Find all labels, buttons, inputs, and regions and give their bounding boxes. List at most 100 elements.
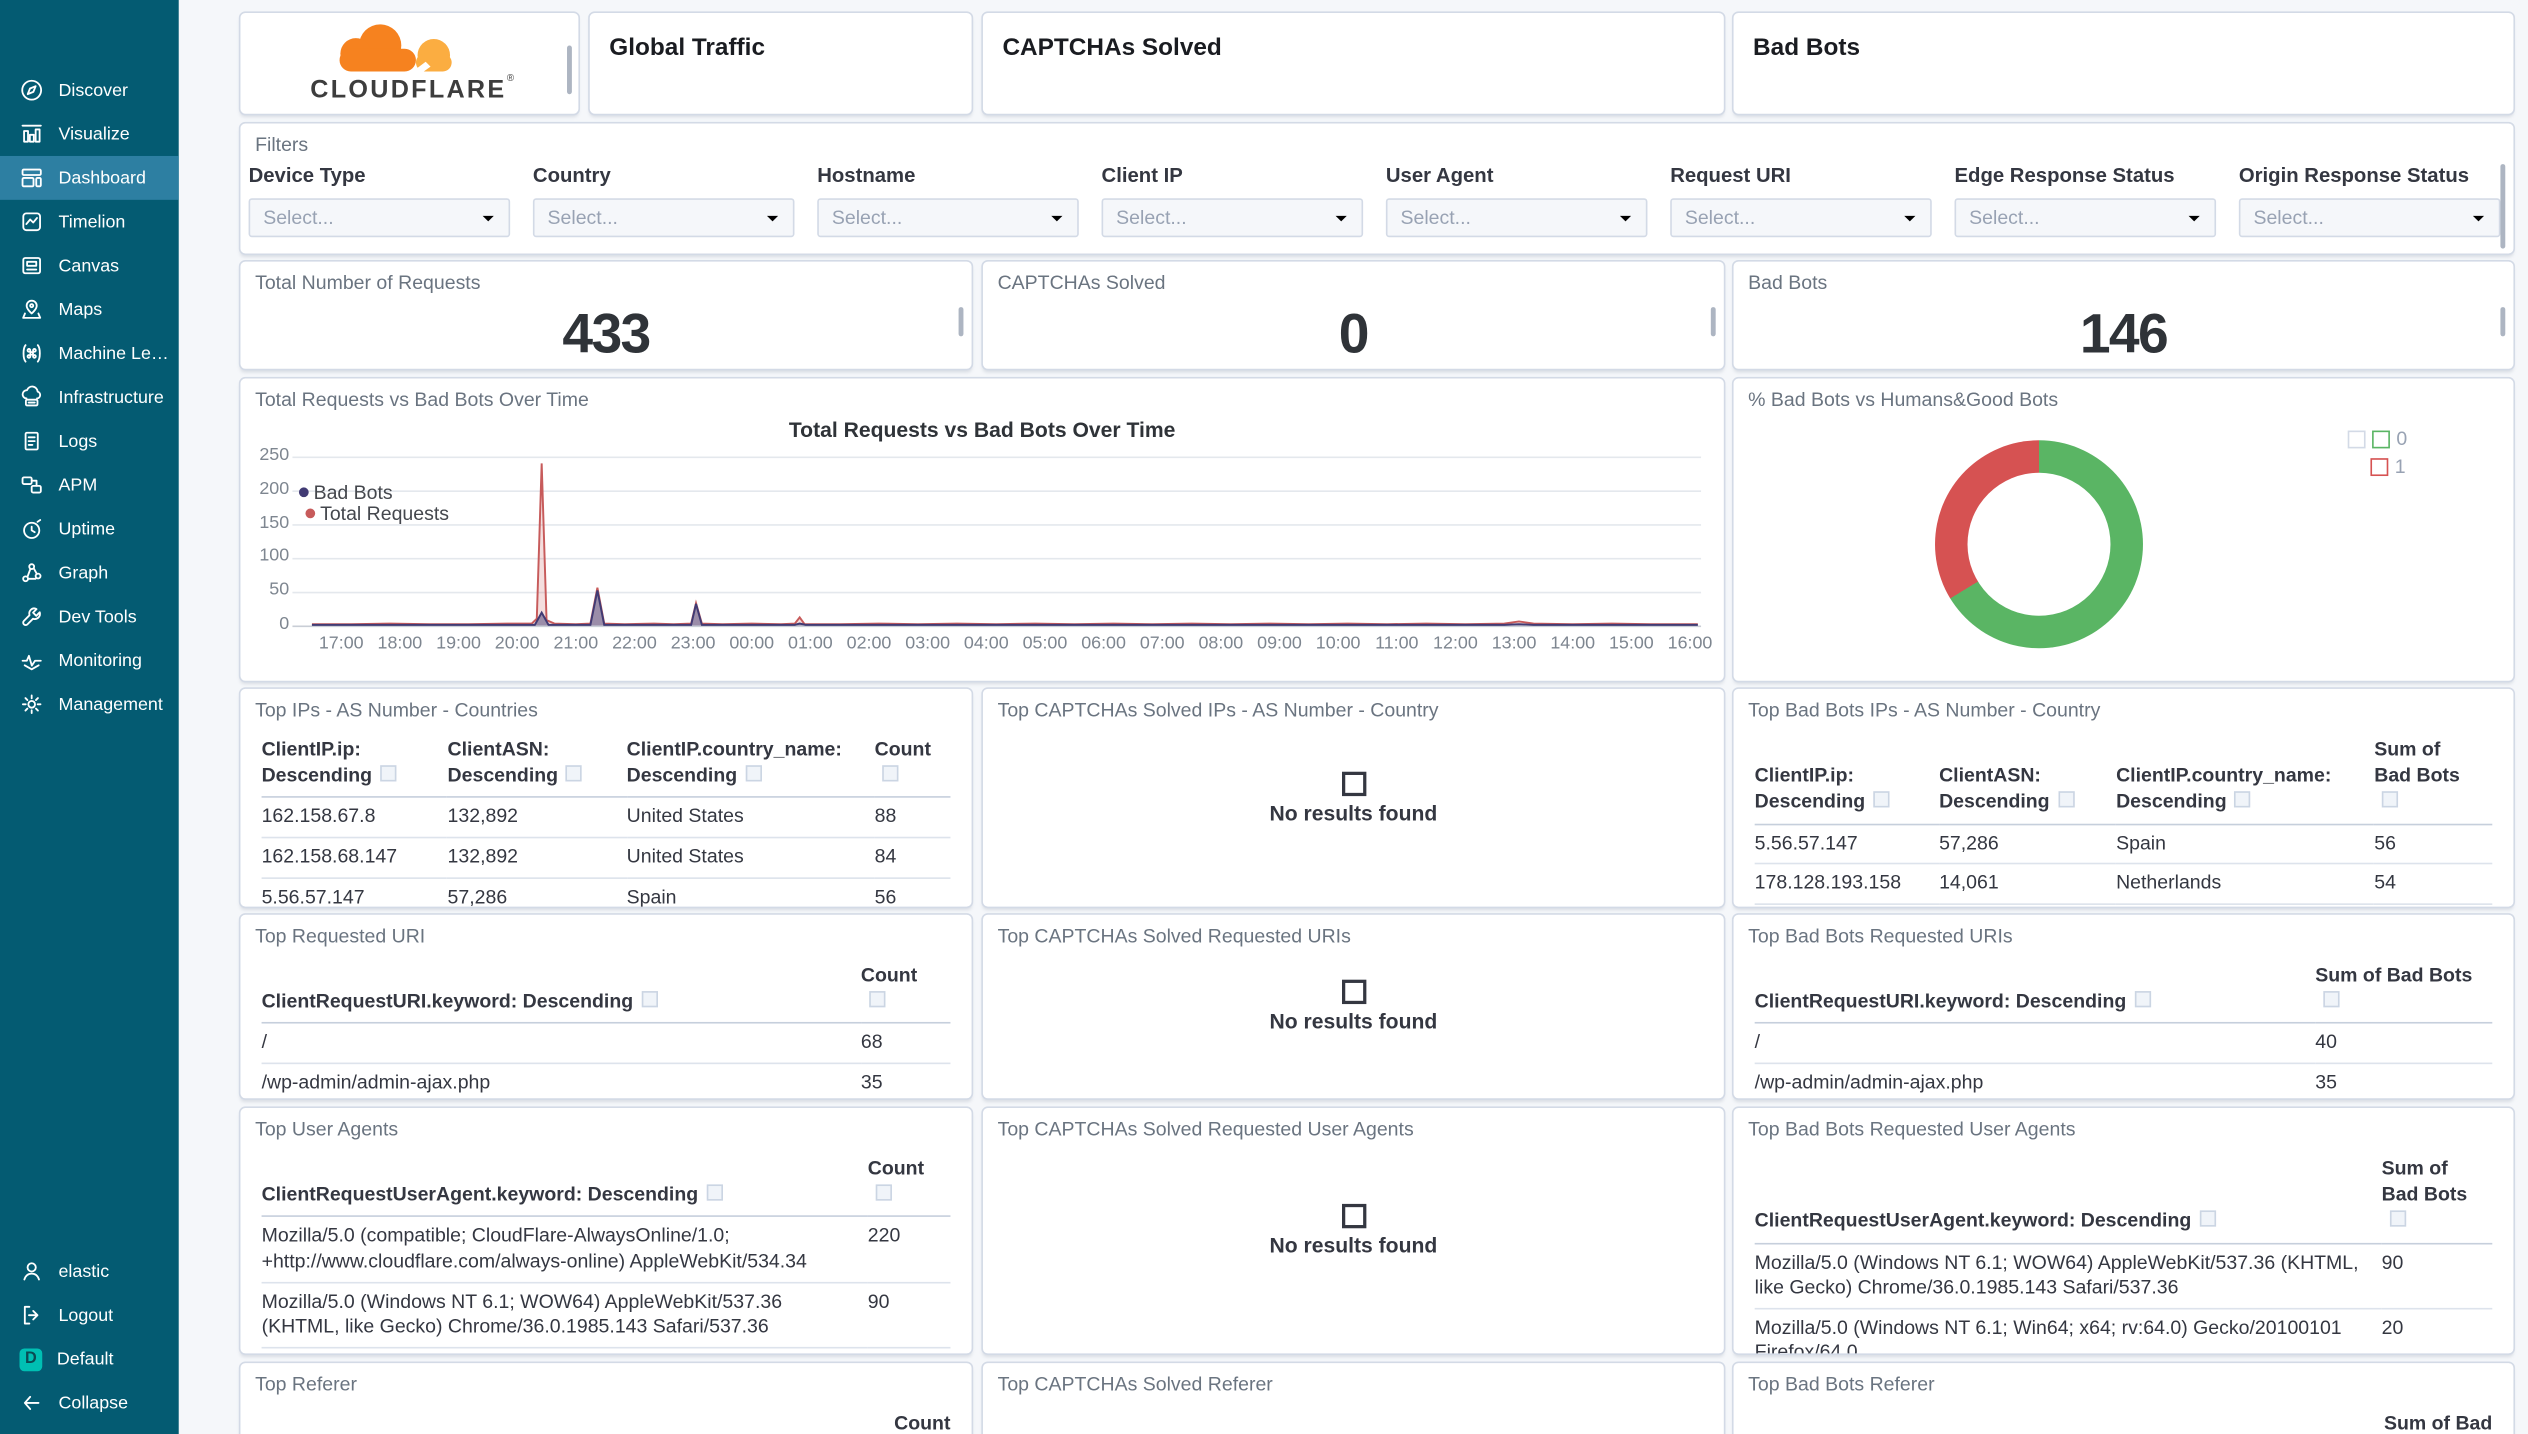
column-header[interactable]: Count [874,732,951,799]
chevron-down-icon [765,203,780,232]
pie-legend-row-1[interactable]: 1 [2370,455,2406,478]
bad-bots-header-panel: Bad Bots [1731,11,2516,116]
sidebar-item-apm[interactable]: APM [0,463,179,507]
panel-scrollbar[interactable] [958,307,964,337]
slice-0-legend-box-icon [2372,429,2390,448]
filter-request-uri-select[interactable]: Select... [1670,198,1932,238]
table-row: 5.56.57.147 57,286 Spain 56 [261,877,951,907]
sidebar-item-monitoring[interactable]: Monitoring [0,639,179,683]
column-header[interactable]: ClientRequestUserAgent.keyword: Descendi… [1754,1151,2382,1244]
sidebar-item-label: Collapse [58,1393,129,1413]
table-cell: 88 [874,797,951,839]
filter-origin-response-status-select[interactable]: Select... [2238,198,2501,238]
count-column-header[interactable]: Count [894,1412,950,1434]
captchas-solved-header-panel: CAPTCHAs Solved [981,11,1726,116]
column-header[interactable]: ClientIP.ip: Descending [1754,732,1940,825]
column-header[interactable]: ClientASN: Descending [1939,732,2117,825]
table-cell: 56 [874,877,951,907]
column-header[interactable]: ClientIP.ip: Descending [261,732,448,799]
sidebar-item-timelion[interactable]: Timelion [0,200,179,244]
panel-scrollbar[interactable] [2500,164,2506,249]
sidebar-item-uptime[interactable]: Uptime [0,507,179,551]
column-header[interactable]: Count [867,1151,951,1218]
filter-edge-response-status-select[interactable]: Select... [1954,198,2217,238]
column-header[interactable]: Sum of Bad Bots [2315,958,2493,1025]
chevron-down-icon [2187,203,2202,232]
sidebar-item-dev-tools[interactable]: Dev Tools [0,595,179,639]
bad-bots-pie-panel: % Bad Bots vs Humans&Good Bots 0 1 [1731,376,2516,683]
sidebar-item-label: Uptime [58,519,116,539]
table-cell: 35 [860,1063,951,1099]
table-cell: 162.158.68.147 [261,837,448,879]
table-row: /40 [1754,1023,2493,1065]
global-traffic-title: Global Traffic [609,34,766,62]
chevron-down-icon [1050,203,1065,232]
filter-client-ip-select[interactable]: Select... [1101,198,1364,238]
bar-chart-icon [19,122,43,146]
table-row: 162.158.68.147 132,892 United States 84 [261,837,951,879]
doc-lines-icon [19,429,43,453]
legend-item-bad-bots[interactable]: Bad Bots [298,481,393,504]
panel-scrollbar[interactable] [567,45,572,95]
column-header[interactable]: Count [860,958,951,1025]
column-header[interactable]: ClientASN: Descending [447,732,627,799]
column-header[interactable]: ClientIP.country_name: Descending [2116,732,2375,825]
top-bad-bot-referer-panel: Top Bad Bots Referer Sum of Bad [1731,1361,2516,1434]
global-traffic-header-panel: Global Traffic [588,11,974,116]
select-placeholder: Select... [1969,206,2040,230]
sidebar-item-visualize[interactable]: Visualize [0,112,179,156]
table-row: 5.56.57.147 57,286 Spain 56 [1754,823,2493,865]
filter-user-agent-select[interactable]: Select... [1385,198,1648,238]
sidebar-item-canvas[interactable]: Canvas [0,244,179,288]
sidebar-item-infrastructure[interactable]: Infrastructure [0,375,179,419]
sidebar-item-label: Monitoring [58,650,142,671]
sidebar-item-management[interactable]: Management [0,682,179,726]
filter-hostname-select[interactable]: Select... [817,198,1079,238]
y-tick-label: 50 [269,580,290,600]
sidebar-nav: Discover Visualize Dashboard Timelion Canvas… [0,68,179,726]
sidebar-item-label: elastic [58,1261,110,1282]
sort-box-icon [745,765,762,782]
panel-scrollbar[interactable] [2500,307,2506,337]
sidebar-item-logout[interactable]: Logout [0,1293,179,1337]
sidebar-item-graph[interactable]: Graph [0,551,179,595]
sidebar-item-maps[interactable]: Maps [0,288,179,332]
sort-box-icon [566,765,583,782]
total-requests-metric-panel: Total Number of Requests 433 [238,259,974,371]
sidebar-item-dashboard[interactable]: Dashboard [0,155,179,200]
sort-box-icon [380,765,397,782]
sidebar-item-discover[interactable]: Discover [0,68,179,112]
filter-group-request-uri: Request URI Select... [1670,164,1932,238]
sum-of-bad-bots-column-header[interactable]: Sum of Bad [2384,1412,2492,1434]
sidebar-item-default[interactable]: D Default [0,1337,179,1381]
table-row: /wp-admin/admin-ajax.php 35 [261,1063,951,1099]
table-row: Mozilla/5.0 (Windows NT 6.1; WOW64) Appl… [261,1281,951,1349]
table-cell: United States [626,837,875,879]
column-header[interactable]: Sum of Bad Bots [2374,732,2493,825]
column-header[interactable]: ClientIP.country_name: Descending [626,732,875,799]
filter-device-type-select[interactable]: Select... [248,198,511,238]
table-cell: 90 [2381,1242,2493,1310]
bad-bots-value: 146 [2079,303,2169,366]
sidebar-item-collapse[interactable]: Collapse [0,1381,179,1425]
table-row: /wp-admin/admin-ajax.php 35 [1754,1063,2493,1099]
table-row: 162.158.67.8 132,892 United States 88 [261,797,951,839]
sidebar-item-machine-le[interactable]: Machine Le… [0,331,179,375]
sidebar-item-logs[interactable]: Logs [0,419,179,463]
table-panel-title: Top User Agents [255,1117,399,1141]
table-cell: 132,892 [447,837,627,879]
sidebar-item-elastic[interactable]: elastic [0,1249,179,1293]
table-cell: / [261,1023,861,1065]
column-header[interactable]: Sum of Bad Bots [2381,1151,2493,1244]
sort-box-icon [875,1184,893,1201]
pie-legend-row-0[interactable]: 0 [2347,427,2407,450]
column-header[interactable]: ClientRequestURI.keyword: Descending [1754,958,2316,1025]
panel-scrollbar[interactable] [1710,307,1716,337]
table-cell: 162.158.67.8 [261,797,448,839]
column-header[interactable]: ClientRequestURI.keyword: Descending [261,958,861,1025]
table-cell: 5.56.57.147 [261,877,448,907]
column-header[interactable]: ClientRequestUserAgent.keyword: Descendi… [261,1151,868,1218]
legend-item-total-requests[interactable]: Total Requests [305,502,449,525]
filter-country-select[interactable]: Select... [532,198,795,238]
sort-box-icon [706,1184,723,1201]
